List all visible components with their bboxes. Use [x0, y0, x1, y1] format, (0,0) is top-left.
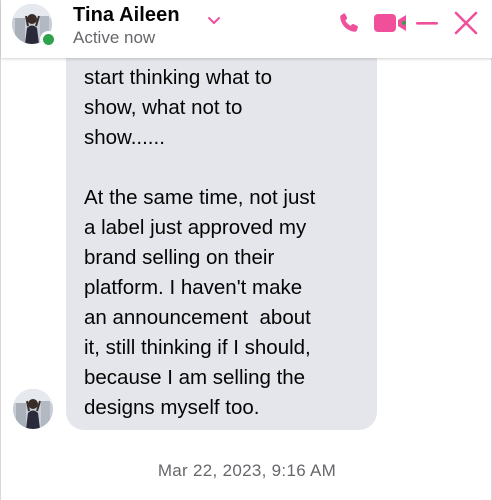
chat-header: Tina Aileen Active now — [1, 0, 492, 58]
message-timestamp: Mar 22, 2023, 9:16 AM — [157, 461, 337, 480]
close-icon — [454, 11, 478, 35]
message-text: start thinking what to show, what not to… — [84, 66, 316, 419]
online-status-indicator — [40, 31, 57, 48]
close-button[interactable] — [451, 8, 481, 38]
video-camera-icon — [374, 14, 406, 32]
video-call-button[interactable] — [371, 9, 409, 37]
active-status: Active now — [73, 28, 156, 47]
contact-name[interactable]: Tina Aileen — [73, 4, 180, 27]
chevron-down-icon[interactable] — [206, 13, 222, 25]
chat-window: Tina Aileen Active now start thinking wh… — [0, 0, 492, 500]
minimize-button[interactable] — [413, 9, 441, 37]
avatar-photo — [13, 389, 53, 429]
message-thread[interactable]: start thinking what to show, what not to… — [1, 58, 492, 500]
minimize-icon — [416, 22, 438, 25]
sender-avatar[interactable] — [13, 389, 53, 429]
received-message-bubble[interactable]: start thinking what to show, what not to… — [66, 58, 377, 430]
phone-icon — [340, 13, 358, 32]
audio-call-button[interactable] — [335, 9, 363, 37]
